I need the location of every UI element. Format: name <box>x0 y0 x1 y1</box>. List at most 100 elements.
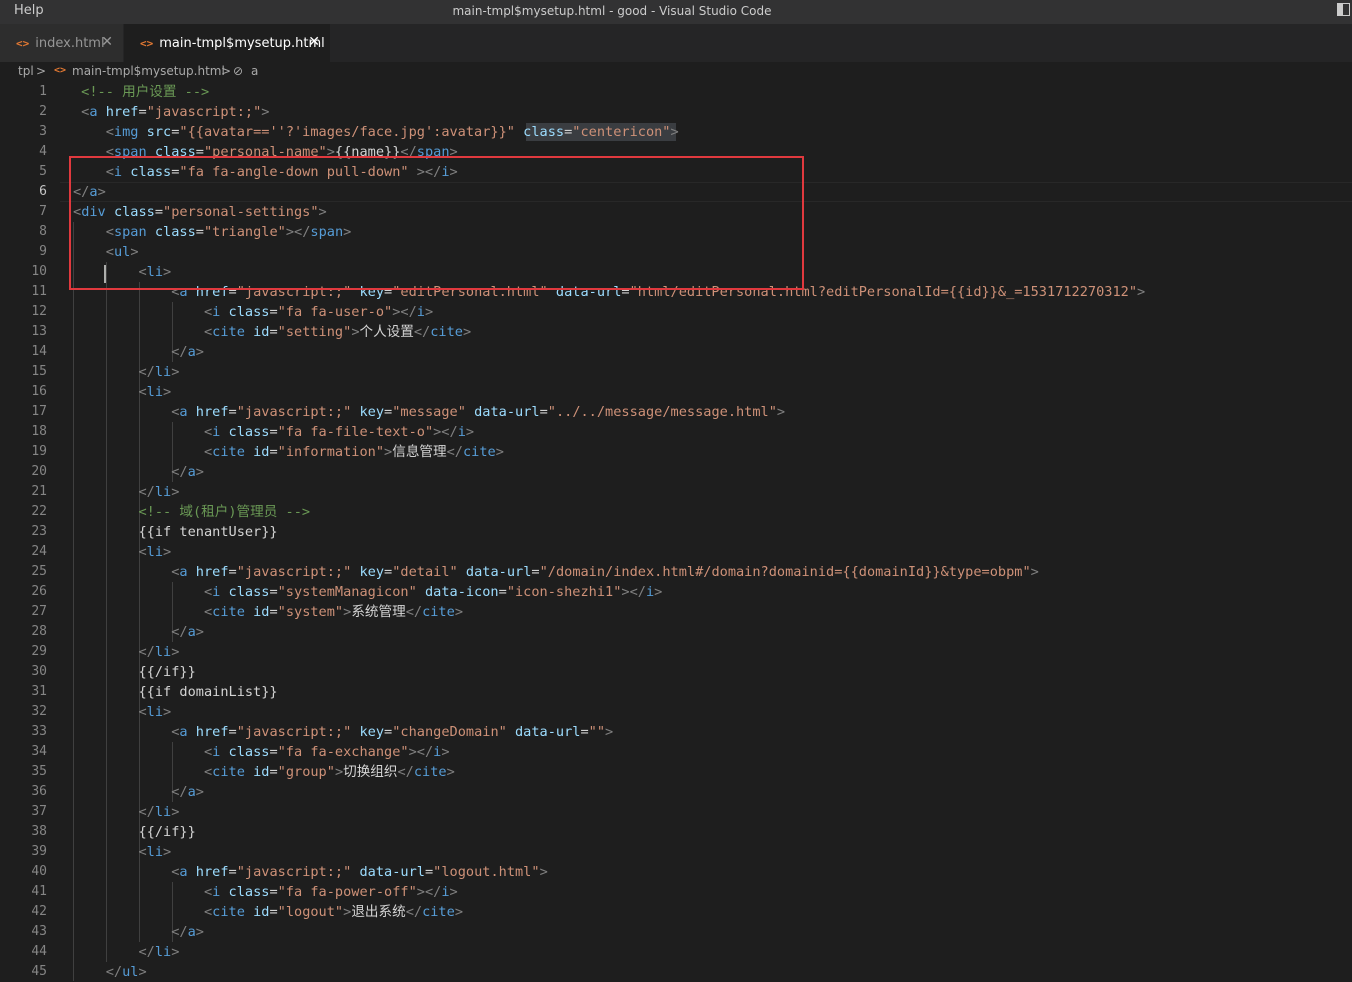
line-number[interactable]: 3 <box>0 122 47 142</box>
line-number[interactable]: 15 <box>0 362 47 382</box>
code-line[interactable]: 19 <cite id="information">信息管理</cite> <box>0 442 1352 462</box>
code-line[interactable]: 21 </li> <box>0 482 1352 502</box>
line-number[interactable]: 33 <box>0 722 47 742</box>
code-line[interactable]: 26 <i class="systemManagicon" data-icon=… <box>0 582 1352 602</box>
line-number[interactable]: 29 <box>0 642 47 662</box>
line-number[interactable]: 9 <box>0 242 47 262</box>
line-number[interactable]: 19 <box>0 442 47 462</box>
line-number[interactable]: 43 <box>0 922 47 942</box>
code-line[interactable]: 30 {{/if}} <box>0 662 1352 682</box>
breadcrumb-symbol[interactable]: a <box>251 64 258 78</box>
code-line[interactable]: 18 <i class="fa fa-file-text-o"></i> <box>0 422 1352 442</box>
line-number[interactable]: 27 <box>0 602 47 622</box>
line-number[interactable]: 6 <box>0 182 47 202</box>
line-number[interactable]: 38 <box>0 822 47 842</box>
close-tab-icon[interactable]: ✕ <box>308 34 320 50</box>
line-number[interactable]: 5 <box>0 162 47 182</box>
code-line[interactable]: 28 </a> <box>0 622 1352 642</box>
line-number[interactable]: 25 <box>0 562 47 582</box>
code-line[interactable]: 34 <i class="fa fa-exchange"></i> <box>0 742 1352 762</box>
code-token: id <box>253 604 270 620</box>
code-line[interactable]: 27 <cite id="system">系统管理</cite> <box>0 602 1352 622</box>
toggle-layout-icon[interactable] <box>1337 3 1350 16</box>
tab-index-html[interactable]: <> index.html ✕ <box>0 24 124 62</box>
code-token: > <box>351 324 360 340</box>
close-tab-icon[interactable]: ✕ <box>101 34 113 50</box>
code-line[interactable]: 33 <a href="javascript:;" key="changeDom… <box>0 722 1352 742</box>
code-line[interactable]: 16 <li> <box>0 382 1352 402</box>
line-number[interactable]: 11 <box>0 282 47 302</box>
line-number[interactable]: 36 <box>0 782 47 802</box>
code-line[interactable]: 31 {{if domainList}} <box>0 682 1352 702</box>
line-number[interactable]: 23 <box>0 522 47 542</box>
code-line[interactable]: 32 <li> <box>0 702 1352 722</box>
line-number[interactable]: 22 <box>0 502 47 522</box>
code-editor[interactable]: 1 <!-- 用户设置 --> 2 <a href="javascript:;">… <box>0 82 1352 981</box>
line-number[interactable]: 35 <box>0 762 47 782</box>
line-number[interactable]: 39 <box>0 842 47 862</box>
line-number[interactable]: 44 <box>0 942 47 962</box>
code-line[interactable]: 43 </a> <box>0 922 1352 942</box>
code-token: a <box>179 564 188 580</box>
code-line[interactable]: 17 <a href="javascript:;" key="message" … <box>0 402 1352 422</box>
code-line[interactable]: 41 <i class="fa fa-power-off"></i> <box>0 882 1352 902</box>
line-number[interactable]: 21 <box>0 482 47 502</box>
code-line[interactable]: 37 </li> <box>0 802 1352 822</box>
code-line[interactable]: 22 <!-- 域(租户)管理员 --> <box>0 502 1352 522</box>
code-line[interactable]: 13 <cite id="setting">个人设置</cite> <box>0 322 1352 342</box>
line-number[interactable]: 1 <box>0 82 47 102</box>
breadcrumb-folder[interactable]: tpl <box>18 64 34 78</box>
code-line[interactable]: 36 </a> <box>0 782 1352 802</box>
code-line[interactable]: 2 <a href="javascript:;"> <box>0 102 1352 122</box>
line-number[interactable]: 4 <box>0 142 47 162</box>
code-line[interactable]: 3 <img src="{{avatar==''?'images/face.jp… <box>0 122 1352 142</box>
line-number[interactable]: 28 <box>0 622 47 642</box>
code-line[interactable]: 15 </li> <box>0 362 1352 382</box>
line-number[interactable]: 30 <box>0 662 47 682</box>
line-number[interactable]: 7 <box>0 202 47 222</box>
line-number[interactable]: 12 <box>0 302 47 322</box>
line-number[interactable]: 26 <box>0 582 47 602</box>
code-line[interactable]: 25 <a href="javascript:;" key="detail" d… <box>0 562 1352 582</box>
code-line[interactable]: 14 </a> <box>0 342 1352 362</box>
code-line[interactable]: 35 <cite id="group">切换组织</cite> <box>0 762 1352 782</box>
line-number[interactable]: 13 <box>0 322 47 342</box>
code-line[interactable]: 24 <li> <box>0 542 1352 562</box>
line-number[interactable]: 37 <box>0 802 47 822</box>
line-number[interactable]: 14 <box>0 342 47 362</box>
code-line[interactable]: 42 <cite id="logout">退出系统</cite> <box>0 902 1352 922</box>
code-line[interactable]: 29 </li> <box>0 642 1352 662</box>
code-line[interactable]: 40 <a href="javascript:;" data-url="logo… <box>0 862 1352 882</box>
line-number[interactable]: 31 <box>0 682 47 702</box>
breadcrumb-file[interactable]: main-tmpl$mysetup.html <box>72 64 225 78</box>
code-line[interactable]: 1 <!-- 用户设置 --> <box>0 82 1352 102</box>
code-line[interactable]: 39 <li> <box>0 842 1352 862</box>
code-token: "setting" <box>277 324 352 340</box>
line-number[interactable]: 34 <box>0 742 47 762</box>
line-number[interactable]: 41 <box>0 882 47 902</box>
line-number[interactable]: 42 <box>0 902 47 922</box>
line-number[interactable]: 8 <box>0 222 47 242</box>
code-token: class <box>523 124 565 140</box>
code-line[interactable]: 12 <i class="fa fa-user-o"></i> <box>0 302 1352 322</box>
code-token: > <box>195 624 204 640</box>
line-number[interactable]: 2 <box>0 102 47 122</box>
line-number[interactable]: 16 <box>0 382 47 402</box>
code-line[interactable]: 45 </ul> <box>0 962 1352 982</box>
line-number[interactable]: 20 <box>0 462 47 482</box>
code-line[interactable]: 38 {{/if}} <box>0 822 1352 842</box>
line-number[interactable]: 24 <box>0 542 47 562</box>
line-number[interactable]: 45 <box>0 962 47 982</box>
line-number[interactable]: 18 <box>0 422 47 442</box>
line-number[interactable]: 17 <box>0 402 47 422</box>
code-line[interactable]: 23 {{if tenantUser}} <box>0 522 1352 542</box>
code-line[interactable]: 44 </li> <box>0 942 1352 962</box>
line-number[interactable]: 40 <box>0 862 47 882</box>
code-line[interactable]: 20 </a> <box>0 462 1352 482</box>
tab-main-tmpl-mysetup[interactable]: <> main-tmpl$mysetup.html ✕ <box>124 24 330 62</box>
line-number[interactable]: 32 <box>0 702 47 722</box>
line-number[interactable]: 10 <box>0 262 47 282</box>
code-token: < <box>203 304 213 320</box>
